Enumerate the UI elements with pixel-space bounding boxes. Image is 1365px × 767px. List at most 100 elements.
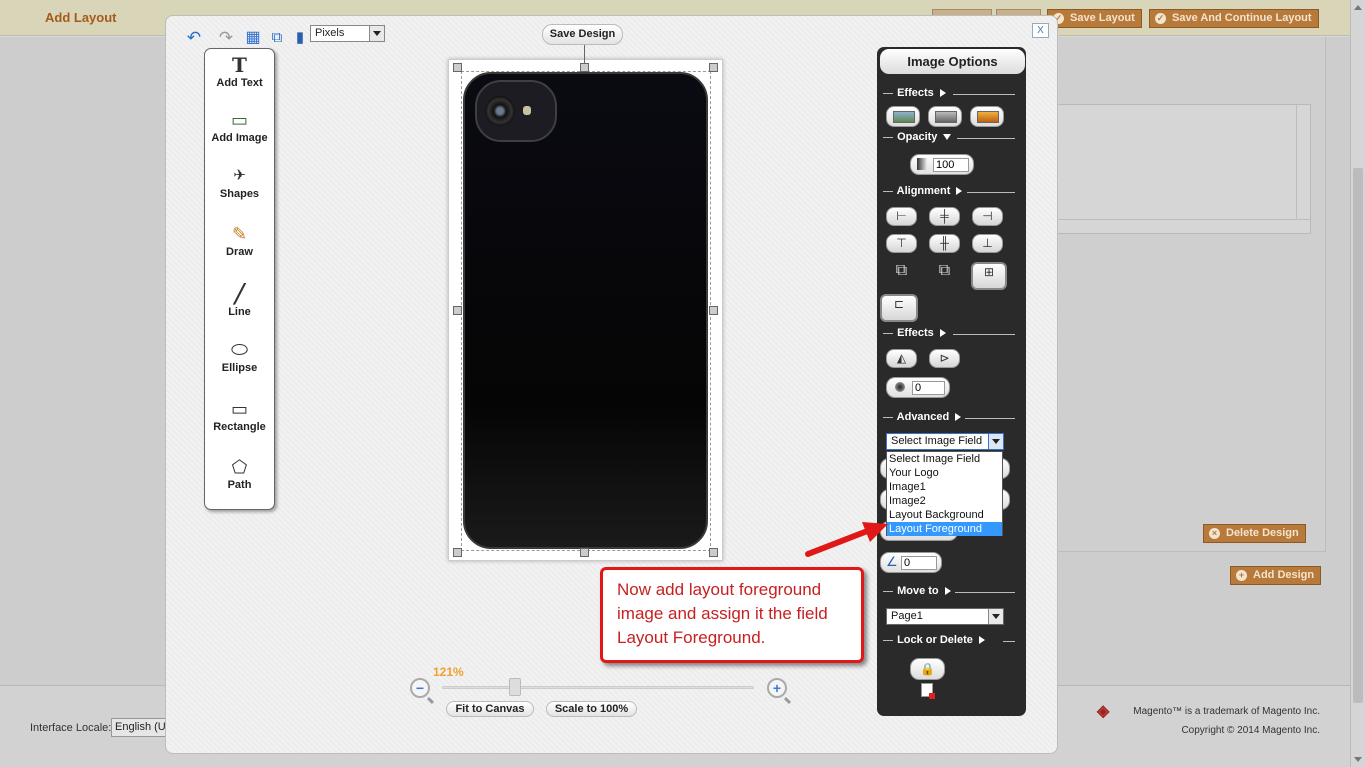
zoom-in-icon[interactable]: + (767, 678, 787, 698)
save-design-button[interactable]: Save Design (542, 24, 623, 45)
expand-icon (939, 329, 946, 338)
text-icon: T (232, 53, 247, 77)
expand-icon (955, 413, 962, 422)
section-advanced[interactable]: Advanced (883, 411, 1015, 425)
line-icon: ╱ (234, 284, 245, 304)
section-lock-delete[interactable]: Lock or Delete (883, 634, 1015, 648)
close-icon: × (1209, 528, 1220, 539)
annotation-callout: Now add layout foreground image and assi… (600, 567, 864, 663)
align-left-icon[interactable]: ⊢ (886, 207, 917, 226)
tool-label: Add Text (216, 77, 263, 89)
camera-cutout (475, 80, 557, 142)
image-options-title: Image Options (880, 49, 1025, 74)
tool-path[interactable]: ⬠ Path (205, 455, 274, 491)
units-select[interactable]: Pixels (310, 25, 385, 42)
align-right-icon[interactable]: ⊣ (972, 207, 1003, 226)
align-top-icon[interactable]: ⊤ (886, 234, 917, 253)
effect-sepia-button[interactable] (970, 106, 1004, 127)
dropdown-option-selected[interactable]: Layout Foreground (887, 522, 1002, 536)
expand-icon (939, 89, 946, 98)
plus-icon: + (1236, 570, 1247, 581)
blur-input[interactable] (912, 381, 945, 395)
save-layout-button[interactable]: ✓ Save Layout (1047, 9, 1142, 28)
close-button[interactable]: X (1032, 23, 1049, 38)
section-move-to[interactable]: Move to (883, 585, 1015, 599)
section-label: Advanced (896, 411, 950, 423)
locale-select[interactable]: English (United States) (111, 718, 171, 737)
section-alignment[interactable]: Alignment (883, 185, 1015, 199)
lock-button[interactable]: 🔒 (910, 658, 945, 680)
dropdown-option[interactable]: Your Logo (887, 466, 1002, 480)
zoom-slider[interactable] (442, 686, 754, 689)
align-center-icon[interactable]: ╪ (929, 207, 960, 226)
phone-case-image[interactable] (463, 72, 708, 549)
save-layout-label: Save Layout (1070, 12, 1135, 24)
background-textarea[interactable] (1056, 104, 1311, 234)
image-field-value: Select Image Field (891, 435, 983, 447)
resize-handle-ne[interactable] (709, 63, 718, 72)
tool-shapes[interactable]: ✈ Shapes (205, 164, 274, 200)
copyright-text: Copyright © 2014 Magento Inc. (1181, 725, 1320, 736)
resize-handle-nw[interactable] (453, 63, 462, 72)
effect-grayscale-button[interactable] (928, 106, 962, 127)
delete-object-icon[interactable]: ▮ (290, 29, 310, 47)
delete-icon[interactable] (921, 683, 935, 699)
dropdown-option[interactable]: Image2 (887, 494, 1002, 508)
bring-forward-icon[interactable]: ⧉ (886, 262, 917, 281)
dropdown-option[interactable]: Layout Background (887, 508, 1002, 522)
save-and-continue-button[interactable]: ✓ Save And Continue Layout (1149, 9, 1319, 28)
duplicate-icon[interactable]: ⧉ (267, 29, 287, 47)
move-to-value: Page1 (891, 610, 923, 622)
zoom-slider-handle[interactable] (509, 678, 521, 696)
ellipse-icon: ⬭ (230, 339, 249, 361)
section-effects-2[interactable]: Effects (883, 327, 1015, 341)
flip-horizontal-icon[interactable]: ◭ (886, 349, 917, 368)
move-to-select[interactable]: Page1 (886, 608, 1004, 625)
grid-icon[interactable]: ▦ (243, 29, 263, 47)
opacity-control (910, 154, 974, 175)
resize-handle-s[interactable] (580, 548, 589, 557)
dropdown-option[interactable]: Image1 (887, 480, 1002, 494)
section-opacity[interactable]: Opacity (883, 131, 1015, 145)
callout-arrow (805, 522, 888, 557)
add-design-label: Add Design (1253, 569, 1315, 581)
resize-handle-w[interactable] (453, 306, 462, 315)
opacity-input[interactable] (933, 158, 969, 172)
tool-add-image[interactable]: ▭ Add Image (205, 108, 274, 144)
undo-icon[interactable]: ↶ (184, 29, 204, 47)
flip-vertical-icon[interactable]: ⊳ (929, 349, 960, 368)
resize-handle-n[interactable] (580, 63, 589, 72)
redo-icon[interactable]: ↷ (216, 29, 236, 47)
page-scrollbar[interactable] (1350, 0, 1365, 767)
scale-to-100-button[interactable]: Scale to 100% (546, 701, 637, 717)
resize-handle-e[interactable] (709, 306, 718, 315)
resize-handle-se[interactable] (709, 548, 718, 557)
image-icon: ▭ (230, 110, 248, 130)
tool-label: Line (228, 306, 251, 318)
resize-handle-sw[interactable] (453, 548, 462, 557)
tool-label: Rectangle (213, 421, 266, 433)
tool-label: Ellipse (221, 362, 258, 374)
tool-ellipse[interactable]: ⬭ Ellipse (205, 338, 274, 374)
align-middle-icon[interactable]: ╫ (929, 234, 960, 253)
section-effects[interactable]: Effects (883, 87, 1015, 101)
trademark-text: Magento™ is a trademark of Magento Inc. (1133, 706, 1320, 717)
dropdown-option[interactable]: Select Image Field (887, 452, 1002, 466)
zoom-out-icon[interactable]: − (410, 678, 430, 698)
image-field-select[interactable]: Select Image Field (886, 433, 1004, 450)
tool-add-text[interactable]: T Add Text (205, 53, 274, 89)
angle-input[interactable] (901, 556, 937, 570)
send-backward-icon[interactable]: ⧉ (929, 262, 960, 281)
align-bottom-icon[interactable]: ⊥ (972, 234, 1003, 253)
tool-rectangle[interactable]: ▭ Rectangle (205, 397, 274, 433)
fit-canvas-icon[interactable]: ⊏ (880, 294, 918, 322)
tools-palette: T Add Text ▭ Add Image ✈ Shapes ✎ Draw ╱… (204, 48, 275, 510)
tool-draw[interactable]: ✎ Draw (205, 222, 274, 258)
center-canvas-icon[interactable]: ⊞ (971, 262, 1007, 290)
delete-design-button[interactable]: × Delete Design (1203, 524, 1306, 543)
effect-normal-button[interactable] (886, 106, 920, 127)
fit-to-canvas-button[interactable]: Fit to Canvas (446, 701, 534, 717)
tool-line[interactable]: ╱ Line (205, 282, 274, 318)
add-design-button[interactable]: + Add Design (1230, 566, 1322, 585)
path-icon: ⬠ (231, 457, 248, 477)
